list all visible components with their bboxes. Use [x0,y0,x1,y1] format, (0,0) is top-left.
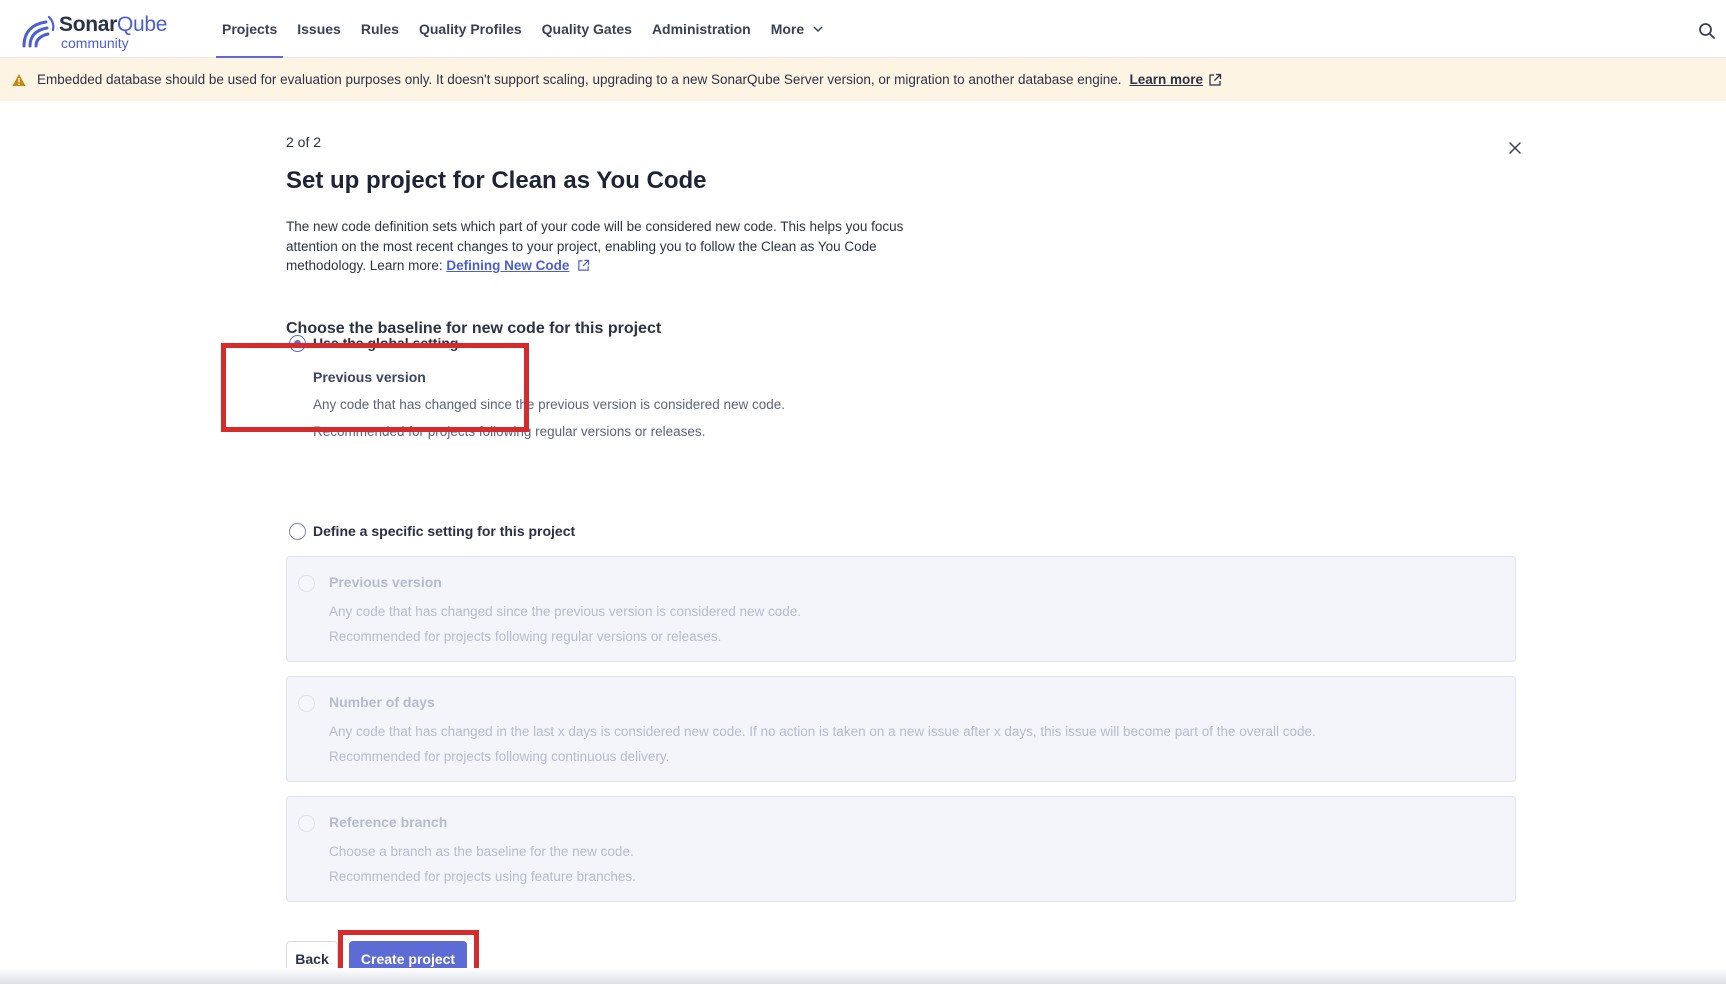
description-text: The new code definition sets which part … [286,219,904,273]
reference-branch-radio [298,815,315,832]
previous-version-radio [298,575,315,592]
option-card-number-of-days: Number of days Any code that has changed… [286,676,1516,782]
nav-more[interactable]: More [761,0,834,58]
card-desc-1: Any code that has changed in the last x … [329,724,1316,739]
global-setting-desc-2: Recommended for projects following regul… [313,424,706,439]
nav-issues[interactable]: Issues [287,0,351,58]
main-nav: Projects Issues Rules Quality Profiles Q… [212,0,834,58]
global-setting-radio[interactable] [289,335,306,352]
defining-new-code-link[interactable]: Defining New Code [446,258,569,273]
nav-rules[interactable]: Rules [351,0,409,58]
learn-more-link[interactable]: Learn more [1130,72,1223,87]
number-of-days-radio [298,695,315,712]
card-title: Reference branch [329,814,448,830]
page-title: Set up project for Clean as You Code [286,167,707,194]
nav-projects[interactable]: Projects [212,0,287,58]
card-desc-1: Any code that has changed since the prev… [329,604,802,619]
logo-wordmark: SonarQube [59,13,168,36]
database-warning-banner: Embedded database should be used for eva… [0,58,1726,101]
card-title: Number of days [329,694,435,710]
specific-setting-radio[interactable] [289,523,306,540]
top-navigation-bar: SonarQube community Projects Issues Rule… [0,0,1726,58]
global-setting-desc-1: Any code that has changed since the prev… [313,397,786,412]
specific-setting-label[interactable]: Define a specific setting for this proje… [313,523,575,539]
global-setting-label[interactable]: Use the global setting [313,335,458,351]
chevron-down-icon [813,26,823,33]
close-icon[interactable] [1508,141,1522,155]
sonarqube-logo[interactable]: SonarQube community [18,12,178,51]
card-desc-1: Choose a branch as the baseline for the … [329,844,634,859]
card-desc-2: Recommended for projects using feature b… [329,869,636,884]
nav-administration[interactable]: Administration [642,0,761,58]
logo-edition: community [61,35,129,51]
card-title: Previous version [329,574,442,590]
learn-more-label: Learn more [1129,72,1204,87]
card-desc-2: Recommended for projects following conti… [329,749,670,764]
external-link-icon [578,259,590,271]
nav-quality-profiles[interactable]: Quality Profiles [409,0,532,58]
option-card-previous-version: Previous version Any code that has chang… [286,556,1516,662]
global-setting-value: Previous version [313,369,426,385]
search-icon[interactable] [1698,22,1716,40]
nav-quality-gates[interactable]: Quality Gates [532,0,642,58]
new-code-setup-wizard: 2 of 2 Set up project for Clean as You C… [286,101,1521,984]
banner-text: Embedded database should be used for eva… [37,72,1122,87]
sonarqube-logo-icon [22,15,55,48]
card-desc-2: Recommended for projects following regul… [329,629,722,644]
warning-icon [12,73,26,86]
external-link-icon [1209,73,1222,86]
wizard-description: The new code definition sets which part … [286,217,926,276]
option-card-reference-branch: Reference branch Choose a branch as the … [286,796,1516,902]
nav-more-label: More [770,21,805,37]
bottom-edge [0,968,1726,984]
step-indicator: 2 of 2 [286,134,322,150]
